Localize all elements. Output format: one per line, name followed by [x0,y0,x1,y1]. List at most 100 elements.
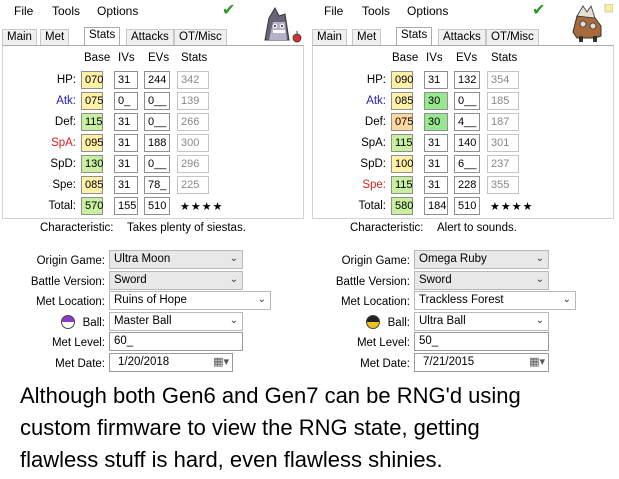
calendar-icon[interactable]: ▦▾ [529,355,545,368]
ev-input[interactable]: 188 [144,134,170,152]
calendar-icon[interactable]: ▦▾ [213,355,229,368]
tab-attacks[interactable]: Attacks [126,29,174,46]
iv-input[interactable]: 31 [114,113,138,131]
chevron-down-icon: ⌄ [535,253,544,264]
pkhex-panel-right: File Tools Options ✔ Main Met Stats Atta… [310,0,616,380]
menu-tools[interactable]: Tools [52,4,80,18]
header-ivs: IVs [118,52,135,64]
stat-value: 237 [487,155,519,173]
menu-options[interactable]: Options [407,4,448,18]
stat-row-label: SpA: [51,137,76,149]
menu-options[interactable]: Options [97,4,138,18]
ev-input[interactable]: 228 [454,176,480,194]
stat-value: 342 [177,71,209,89]
stat-value: 225 [177,176,209,194]
chevron-down-icon: ⌄ [535,315,544,326]
caption-line-2: custom firmware to view the RNG state, g… [20,415,480,440]
header-evs: EVs [148,52,170,64]
ev-input[interactable]: 140 [454,134,480,152]
tab-stats[interactable]: Stats [396,27,433,46]
met-level-value: 50_ [419,335,439,347]
met-location-value: Ruins of Hope [114,294,187,306]
iv-total: 155 [114,197,138,215]
met-location-label: Met Location: [340,296,410,308]
ev-input[interactable]: 132 [454,71,480,89]
base-stat-value: 580 [391,197,413,215]
iv-input[interactable]: 30 [424,92,448,110]
iv-input[interactable]: 30 [424,113,448,131]
tab-main[interactable]: Main [2,29,37,46]
stat-row-label: Spe: [362,179,386,191]
chevron-down-icon: ⌄ [229,253,238,264]
hyper-train-stars: ★★★★ [490,201,534,213]
tab-met[interactable]: Met [40,29,70,46]
chevron-down-icon: ⌄ [229,315,238,326]
ball-select[interactable]: Master Ball ⌄ [109,312,243,331]
iv-input[interactable]: 31 [114,155,138,173]
tab-ot-misc[interactable]: OT/Misc [486,29,539,46]
met-level-value: 60_ [114,335,134,347]
legal-check-icon[interactable]: ✔ [532,0,545,20]
base-stat-value: 115 [81,113,103,131]
base-stat-value: 090 [391,71,413,89]
origin-game-select[interactable]: Ultra Moon ⌄ [109,250,243,269]
menu-file[interactable]: File [14,4,33,18]
iv-input[interactable]: 31 [114,134,138,152]
ev-input[interactable]: 0__ [144,155,170,173]
ball-select[interactable]: Ultra Ball ⌄ [414,312,549,331]
met-location-select[interactable]: Trackless Forest ⌄ [414,291,576,310]
stat-row-label: Total: [48,200,77,212]
ev-input[interactable]: 78_ [144,176,170,194]
tab-main[interactable]: Main [312,29,347,46]
ev-total: 510 [144,197,170,215]
chevron-down-icon: ⌄ [535,274,544,285]
base-stat-value: 075 [391,113,413,131]
iv-input[interactable]: 0_ [114,92,138,110]
origin-game-label: Origin Game: [341,255,410,267]
menu-tools[interactable]: Tools [362,4,390,18]
base-stat-value: 070 [81,71,103,89]
ev-input[interactable]: 4__ [454,113,480,131]
iv-input[interactable]: 31 [424,71,448,89]
ev-input[interactable]: 0__ [144,92,170,110]
caption-line-1: Although both Gen6 and Gen7 can be RNG'd… [20,383,521,408]
met-level-input[interactable]: 60_ [109,332,243,351]
ev-input[interactable]: 6__ [454,155,480,173]
stat-row-label: Def: [54,116,76,128]
legal-check-icon[interactable]: ✔ [222,0,235,20]
base-stat-value: 115 [391,176,413,194]
met-level-label: Met Level: [356,337,410,349]
tab-stats[interactable]: Stats [84,27,121,46]
base-stat-value: 075 [81,92,103,110]
met-level-input[interactable]: 50_ [414,332,549,351]
battle-version-select[interactable]: Sword ⌄ [414,271,549,290]
characteristic-value: Takes plenty of siestas. [127,222,246,234]
iv-input[interactable]: 31 [424,176,448,194]
ball-value: Ultra Ball [419,315,466,327]
header-evs: EVs [456,52,478,64]
ball-value: Master Ball [114,315,172,327]
iv-input[interactable]: 31 [114,71,138,89]
ev-input[interactable]: 244 [144,71,170,89]
met-location-select[interactable]: Ruins of Hope ⌄ [109,291,271,310]
stat-value: 185 [487,92,519,110]
origin-game-select[interactable]: Omega Ruby ⌄ [414,250,549,269]
ev-input[interactable]: 0__ [144,113,170,131]
stat-value: 354 [487,71,519,89]
ev-input[interactable]: 0__ [454,92,480,110]
stat-row-label: SpD: [360,158,386,170]
iv-input[interactable]: 31 [114,176,138,194]
characteristic-label: Characteristic: [40,222,114,234]
tab-met[interactable]: Met [352,29,382,46]
met-date-value: 7/21/2015 [423,356,475,368]
tab-attacks[interactable]: Attacks [438,29,486,46]
iv-input[interactable]: 31 [424,134,448,152]
met-date-picker[interactable]: 7/21/2015 ▦▾ [414,353,549,372]
tab-ot-misc[interactable]: OT/Misc [174,29,227,46]
chevron-down-icon: ⌄ [562,294,571,305]
battle-version-select[interactable]: Sword ⌄ [109,271,243,290]
origin-game-value: Ultra Moon [114,253,171,265]
iv-input[interactable]: 31 [424,155,448,173]
menu-file[interactable]: File [324,4,343,18]
met-date-picker[interactable]: 1/20/2018 ▦▾ [109,353,233,372]
